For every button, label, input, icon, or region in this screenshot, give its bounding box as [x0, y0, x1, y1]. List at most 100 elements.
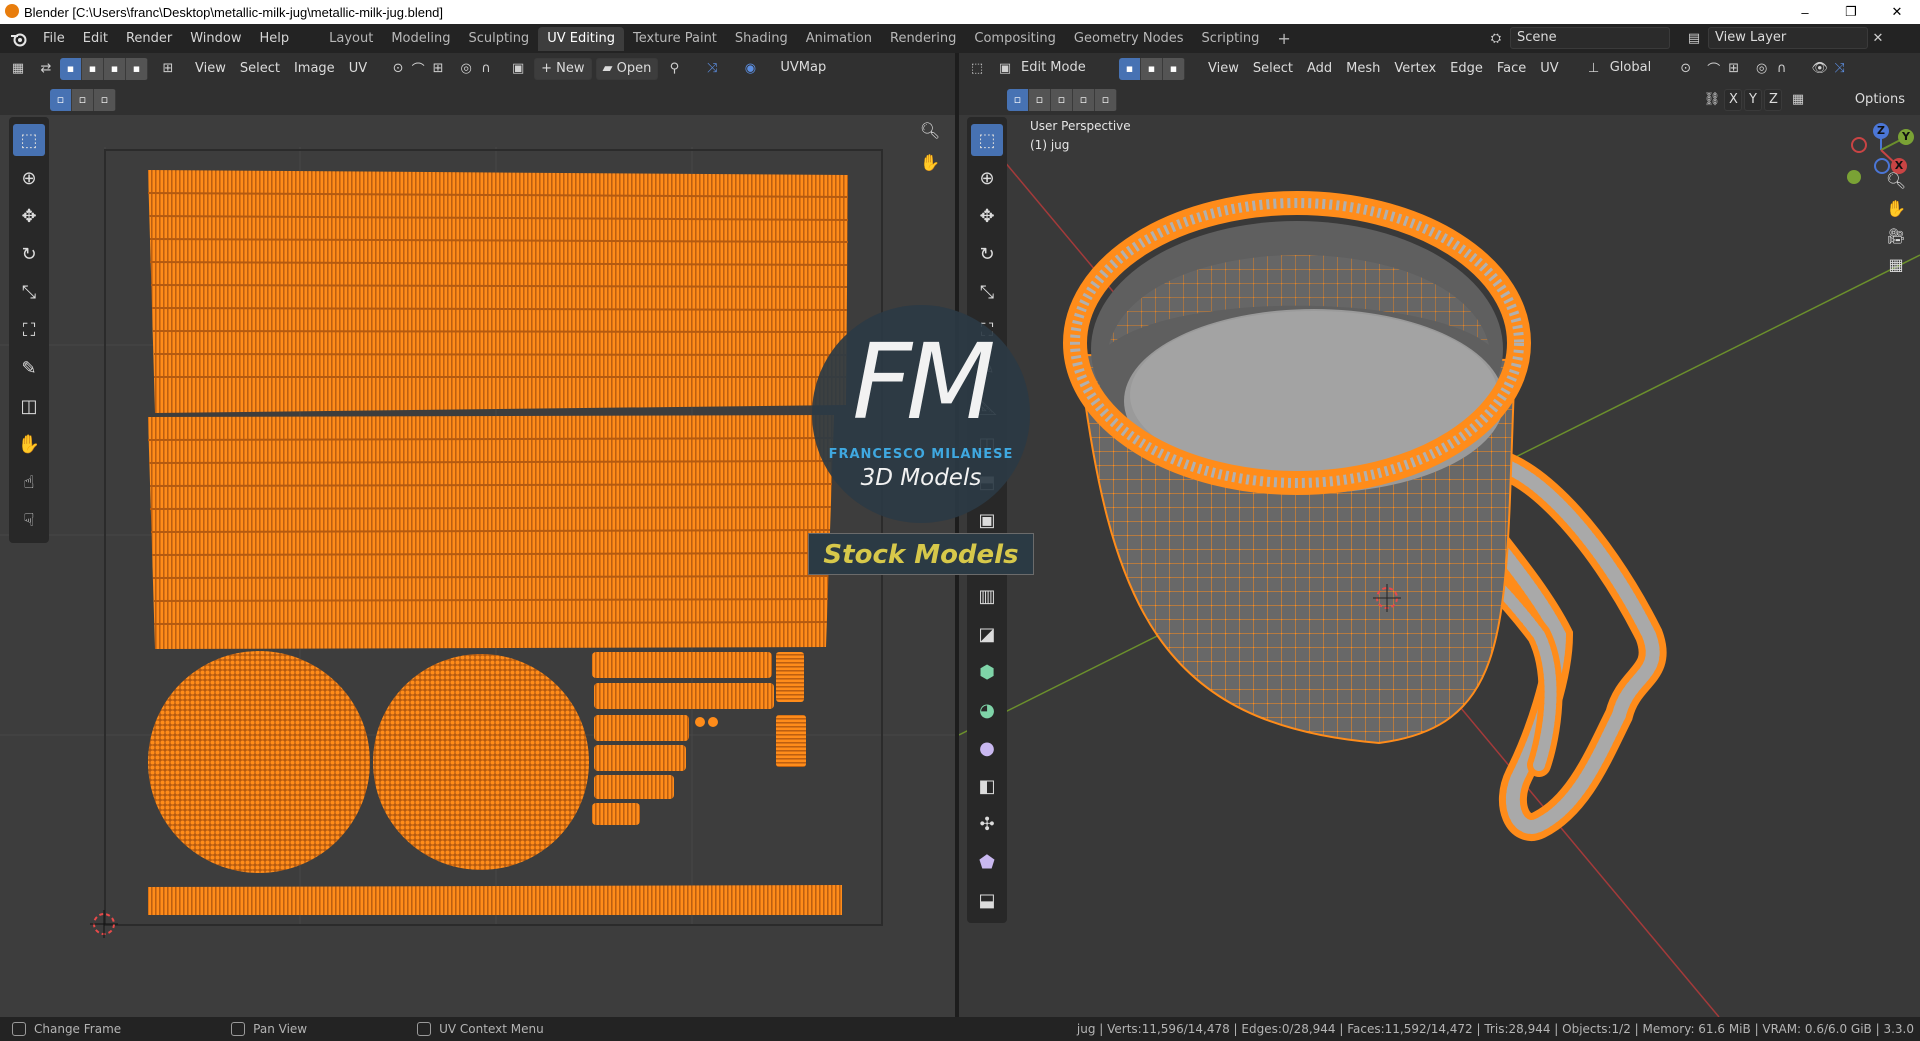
viewport-canvas[interactable]: ⬚ ⊕ ✥ ↻ ⤡ ⛶ ✎ 📐︎ ◫ ⬒ ▣ ◩ ▥ ◪ ⬢ ◕ ● ◧ ✣ ⬟…	[959, 115, 1920, 1017]
tab-scripting[interactable]: Scripting	[1193, 27, 1269, 51]
cursor-tool[interactable]: ⊕	[13, 162, 45, 194]
uv-island-dot-b[interactable]	[708, 717, 718, 727]
tab-layout[interactable]: Layout	[320, 27, 382, 51]
menu-select[interactable]: Select	[1246, 58, 1300, 80]
scale-tool[interactable]: ⤡	[971, 276, 1003, 308]
uv-island-handle-b[interactable]	[594, 683, 774, 709]
uv-island-handle-d[interactable]	[594, 745, 686, 771]
select-box-tool[interactable]: ⬚	[971, 124, 1003, 156]
visibility-icon[interactable]: 👁︎	[1810, 58, 1830, 80]
edge-mode-icon[interactable]: ▪	[1141, 57, 1163, 80]
shear-tool[interactable]: ⬟	[971, 846, 1003, 878]
spin-tool[interactable]: ◕	[971, 694, 1003, 726]
uv-island-bottom-strip[interactable]	[148, 885, 842, 915]
mesh-select-mode-group[interactable]: ▪ ▪ ▪	[1119, 57, 1185, 80]
uv-island-handle-e[interactable]	[594, 775, 674, 799]
menu-image[interactable]: Image	[287, 58, 342, 80]
menu-add[interactable]: Add	[1300, 58, 1339, 80]
view-layer-icon[interactable]: ▤	[1684, 27, 1704, 49]
editor-type-icon[interactable]: ⬚	[967, 58, 987, 80]
annotate-tool[interactable]: ✎	[13, 352, 45, 384]
select-extend-icon[interactable]: ▫	[72, 88, 94, 111]
face-select-icon[interactable]: ▪	[104, 57, 126, 80]
maximize-button[interactable]: ❐	[1828, 0, 1874, 24]
options-button[interactable]: Options	[1848, 89, 1912, 111]
ortho-grid-icon[interactable]: ▦	[1884, 255, 1908, 279]
uv-island-liquid-disc[interactable]	[373, 654, 589, 870]
tab-animation[interactable]: Animation	[797, 27, 881, 51]
mode-selector[interactable]: Edit Mode	[1015, 58, 1115, 80]
gizmo-y-label[interactable]: Y	[1898, 129, 1914, 145]
orientation-selector[interactable]: Global	[1604, 58, 1670, 80]
zoom-icon[interactable]: 🔍︎	[918, 121, 942, 145]
edge-select-icon[interactable]: ▪	[82, 57, 104, 80]
new-image-button[interactable]: + New	[534, 57, 592, 80]
vertex-select-icon[interactable]: ▪	[60, 57, 82, 80]
knife-tool[interactable]: ◪	[971, 618, 1003, 650]
overlay-icon[interactable]: ◉	[740, 58, 760, 80]
pan-hand-icon[interactable]: ✋	[918, 153, 942, 177]
falloff-icon[interactable]: ∩	[1772, 58, 1792, 80]
uv-2d-cursor[interactable]	[90, 910, 118, 938]
menu-edge[interactable]: Edge	[1443, 58, 1490, 80]
snap-icon[interactable]: ⌒	[1704, 58, 1724, 80]
loop-cut-tool[interactable]: ▥	[971, 580, 1003, 612]
menu-vertex[interactable]: Vertex	[1387, 58, 1443, 80]
gizmo-z-label[interactable]: Z	[1873, 123, 1889, 139]
minimize-button[interactable]: –	[1782, 0, 1828, 24]
tab-compositing[interactable]: Compositing	[965, 27, 1065, 51]
select-new-icon[interactable]: ▫	[50, 88, 72, 111]
menu-view[interactable]: View	[1201, 58, 1246, 80]
proportional-edit-icon[interactable]: ◎	[1752, 58, 1772, 80]
select-subtract-icon[interactable]: ▫	[1051, 88, 1073, 111]
pan-hand-icon[interactable]: ✋	[1884, 199, 1908, 223]
pin-icon[interactable]: ⚲	[664, 58, 684, 80]
gizmo-icon[interactable]: ⤨	[702, 58, 722, 80]
menu-edit[interactable]: Edit	[74, 27, 117, 51]
select-invert-icon[interactable]: ▫	[1073, 88, 1095, 111]
tab-rendering[interactable]: Rendering	[881, 27, 965, 51]
mirror-icon[interactable]: ⛓	[1702, 89, 1722, 111]
mirror-z[interactable]: Z	[1764, 88, 1782, 111]
blender-menu-icon[interactable]	[4, 27, 34, 51]
pivot-icon[interactable]: ⊙	[1676, 58, 1696, 80]
shrink-fatten-tool[interactable]: ✣	[971, 808, 1003, 840]
select-subtract-icon[interactable]: ▫	[94, 88, 116, 111]
uv-island-dot-a[interactable]	[695, 717, 705, 727]
menu-uv[interactable]: UV	[1533, 58, 1565, 80]
tab-shading[interactable]: Shading	[726, 27, 797, 51]
uv-island-bottom-disc[interactable]	[148, 651, 370, 873]
zoom-icon[interactable]: 🔍︎	[1884, 171, 1908, 195]
snap-target-icon[interactable]: ⊞	[428, 58, 448, 80]
uv-island-handle-c[interactable]	[594, 715, 689, 741]
select-extend-icon[interactable]: ▫	[1029, 88, 1051, 111]
menu-face[interactable]: Face	[1490, 58, 1533, 80]
camera-icon[interactable]: 🎥︎	[1884, 227, 1908, 251]
pivot-icon[interactable]: ⊙	[388, 58, 408, 80]
relax-tool[interactable]: ☝	[13, 466, 45, 498]
sticky-mode-icon[interactable]: ⊞	[158, 58, 178, 80]
tab-uv-editing[interactable]: UV Editing	[538, 26, 625, 51]
snap-icon[interactable]: ⌒	[408, 58, 428, 80]
close-button[interactable]: ✕	[1874, 0, 1920, 24]
tab-texture-paint[interactable]: Texture Paint	[624, 27, 726, 51]
close-icon[interactable]: ✕	[1868, 27, 1888, 49]
uv-island-handle-g[interactable]	[776, 652, 804, 702]
snap-target-icon[interactable]: ⊞	[1724, 58, 1744, 80]
rip-tool[interactable]: ◫	[13, 390, 45, 422]
menu-select[interactable]: Select	[233, 58, 287, 80]
tab-sculpting[interactable]: Sculpting	[459, 27, 538, 51]
menu-view[interactable]: View	[188, 58, 233, 80]
rotate-tool[interactable]: ↻	[971, 238, 1003, 270]
scale-tool[interactable]: ⤡	[13, 276, 45, 308]
uv-island-handle-f[interactable]	[592, 803, 640, 825]
menu-window[interactable]: Window	[181, 27, 250, 51]
viewport-select-box-group[interactable]: ▫ ▫ ▫ ▫ ▫	[1007, 88, 1117, 111]
scene-selector[interactable]: Scene	[1510, 27, 1670, 49]
rotate-tool[interactable]: ↻	[13, 238, 45, 270]
transform-tool[interactable]: ⛶	[13, 314, 45, 346]
cursor-tool[interactable]: ⊕	[971, 162, 1003, 194]
vertex-mode-icon[interactable]: ▪	[1119, 57, 1141, 80]
menu-file[interactable]: File	[34, 27, 74, 51]
scene-icon[interactable]: ⛭	[1486, 27, 1506, 49]
